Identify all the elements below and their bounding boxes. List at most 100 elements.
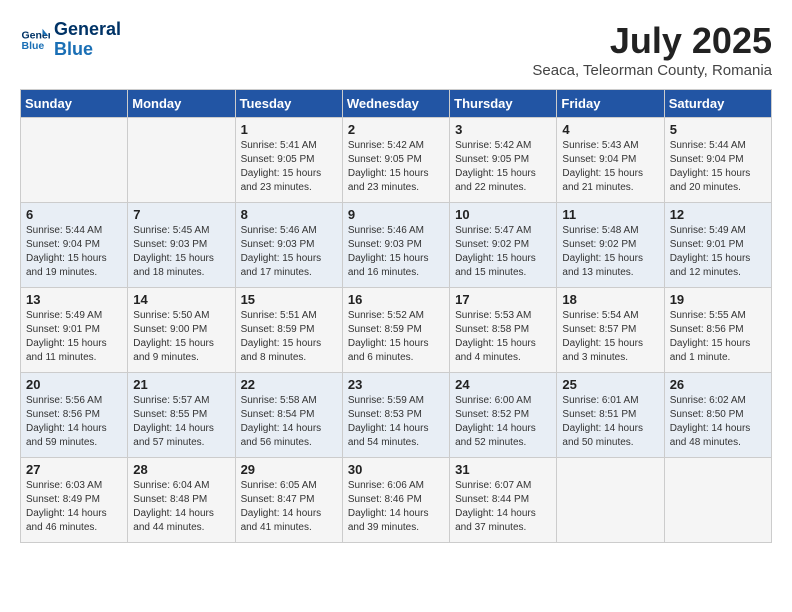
calendar-week-row: 27 Sunrise: 6:03 AM Sunset: 8:49 PM Dayli… [21,458,772,543]
day-info: Sunrise: 5:58 AM Sunset: 8:54 PM Dayligh… [241,394,337,450]
day-number: 10 [455,207,551,222]
day-info: Sunrise: 5:49 AM Sunset: 9:01 PM Dayligh… [26,309,122,365]
weekday-header-row: SundayMondayTuesdayWednesdayThursdayFrid… [21,90,772,118]
day-number: 6 [26,207,122,222]
title-block: July 2025 Seaca, Teleorman County, Roman… [532,20,772,79]
day-number: 21 [133,377,229,392]
calendar-week-row: 6 Sunrise: 5:44 AM Sunset: 9:04 PM Daylig… [21,203,772,288]
calendar-day-cell: 23 Sunrise: 5:59 AM Sunset: 8:53 PM Dayli… [342,373,449,458]
weekday-header: Friday [557,90,664,118]
day-info: Sunrise: 6:03 AM Sunset: 8:49 PM Dayligh… [26,479,122,535]
day-info: Sunrise: 5:47 AM Sunset: 9:02 PM Dayligh… [455,224,551,280]
day-number: 5 [670,122,766,137]
day-info: Sunrise: 5:59 AM Sunset: 8:53 PM Dayligh… [348,394,444,450]
day-info: Sunrise: 6:01 AM Sunset: 8:51 PM Dayligh… [562,394,658,450]
calendar-day-cell: 13 Sunrise: 5:49 AM Sunset: 9:01 PM Dayli… [21,288,128,373]
day-number: 13 [26,292,122,307]
day-info: Sunrise: 5:57 AM Sunset: 8:55 PM Dayligh… [133,394,229,450]
day-number: 20 [26,377,122,392]
day-info: Sunrise: 6:00 AM Sunset: 8:52 PM Dayligh… [455,394,551,450]
day-number: 14 [133,292,229,307]
day-number: 23 [348,377,444,392]
calendar-day-cell [557,458,664,543]
day-info: Sunrise: 6:04 AM Sunset: 8:48 PM Dayligh… [133,479,229,535]
weekday-header: Wednesday [342,90,449,118]
day-number: 24 [455,377,551,392]
day-number: 1 [241,122,337,137]
day-info: Sunrise: 5:50 AM Sunset: 9:00 PM Dayligh… [133,309,229,365]
logo-icon: General Blue [20,25,50,55]
calendar-week-row: 13 Sunrise: 5:49 AM Sunset: 9:01 PM Dayli… [21,288,772,373]
day-info: Sunrise: 5:46 AM Sunset: 9:03 PM Dayligh… [241,224,337,280]
day-info: Sunrise: 6:07 AM Sunset: 8:44 PM Dayligh… [455,479,551,535]
calendar-day-cell: 8 Sunrise: 5:46 AM Sunset: 9:03 PM Daylig… [235,203,342,288]
calendar-day-cell: 17Sunrise: 5:53 AM Sunset: 8:58 PM Dayli… [450,288,557,373]
weekday-header: Sunday [21,90,128,118]
day-info: Sunrise: 5:44 AM Sunset: 9:04 PM Dayligh… [26,224,122,280]
weekday-header: Monday [128,90,235,118]
calendar-day-cell: 26Sunrise: 6:02 AM Sunset: 8:50 PM Dayli… [664,373,771,458]
day-number: 4 [562,122,658,137]
day-info: Sunrise: 5:51 AM Sunset: 8:59 PM Dayligh… [241,309,337,365]
logo: General Blue General Blue [20,20,121,60]
month-title: July 2025 [532,20,772,62]
calendar-day-cell: 25 Sunrise: 6:01 AM Sunset: 8:51 PM Dayli… [557,373,664,458]
calendar-week-row: 20 Sunrise: 5:56 AM Sunset: 8:56 PM Dayli… [21,373,772,458]
day-number: 8 [241,207,337,222]
calendar-day-cell: 20 Sunrise: 5:56 AM Sunset: 8:56 PM Dayli… [21,373,128,458]
day-info: Sunrise: 5:41 AM Sunset: 9:05 PM Dayligh… [241,139,337,195]
calendar-day-cell: 28 Sunrise: 6:04 AM Sunset: 8:48 PM Dayli… [128,458,235,543]
day-number: 30 [348,462,444,477]
day-number: 28 [133,462,229,477]
calendar-week-row: 1 Sunrise: 5:41 AM Sunset: 9:05 PM Daylig… [21,118,772,203]
day-number: 25 [562,377,658,392]
calendar-day-cell: 5 Sunrise: 5:44 AM Sunset: 9:04 PM Daylig… [664,118,771,203]
calendar-day-cell: 9Sunrise: 5:46 AM Sunset: 9:03 PM Daylig… [342,203,449,288]
day-number: 17 [455,292,551,307]
calendar-day-cell [21,118,128,203]
calendar-day-cell: 22Sunrise: 5:58 AM Sunset: 8:54 PM Dayli… [235,373,342,458]
day-info: Sunrise: 6:06 AM Sunset: 8:46 PM Dayligh… [348,479,444,535]
calendar-day-cell: 1 Sunrise: 5:41 AM Sunset: 9:05 PM Daylig… [235,118,342,203]
day-info: Sunrise: 5:44 AM Sunset: 9:04 PM Dayligh… [670,139,766,195]
weekday-header: Saturday [664,90,771,118]
calendar-day-cell: 16 Sunrise: 5:52 AM Sunset: 8:59 PM Dayli… [342,288,449,373]
calendar-day-cell: 12 Sunrise: 5:49 AM Sunset: 9:01 PM Dayli… [664,203,771,288]
day-info: Sunrise: 6:05 AM Sunset: 8:47 PM Dayligh… [241,479,337,535]
day-number: 29 [241,462,337,477]
calendar-day-cell: 30 Sunrise: 6:06 AM Sunset: 8:46 PM Dayli… [342,458,449,543]
day-number: 18 [562,292,658,307]
day-info: Sunrise: 5:52 AM Sunset: 8:59 PM Dayligh… [348,309,444,365]
day-number: 15 [241,292,337,307]
calendar-day-cell: 24 Sunrise: 6:00 AM Sunset: 8:52 PM Dayli… [450,373,557,458]
day-number: 9 [348,207,444,222]
calendar-day-cell: 10 Sunrise: 5:47 AM Sunset: 9:02 PM Dayli… [450,203,557,288]
weekday-header: Thursday [450,90,557,118]
day-number: 16 [348,292,444,307]
day-number: 12 [670,207,766,222]
day-number: 31 [455,462,551,477]
calendar-day-cell: 21 Sunrise: 5:57 AM Sunset: 8:55 PM Dayli… [128,373,235,458]
calendar-day-cell: 2 Sunrise: 5:42 AM Sunset: 9:05 PM Daylig… [342,118,449,203]
day-info: Sunrise: 5:43 AM Sunset: 9:04 PM Dayligh… [562,139,658,195]
day-info: Sunrise: 6:02 AM Sunset: 8:50 PM Dayligh… [670,394,766,450]
day-number: 27 [26,462,122,477]
day-info: Sunrise: 5:42 AM Sunset: 9:05 PM Dayligh… [348,139,444,195]
weekday-header: Tuesday [235,90,342,118]
day-info: Sunrise: 5:49 AM Sunset: 9:01 PM Dayligh… [670,224,766,280]
svg-text:Blue: Blue [22,40,45,52]
calendar-day-cell [128,118,235,203]
calendar-day-cell: 3Sunrise: 5:42 AM Sunset: 9:05 PM Daylig… [450,118,557,203]
day-info: Sunrise: 5:54 AM Sunset: 8:57 PM Dayligh… [562,309,658,365]
calendar-day-cell: 27 Sunrise: 6:03 AM Sunset: 8:49 PM Dayli… [21,458,128,543]
day-info: Sunrise: 5:55 AM Sunset: 8:56 PM Dayligh… [670,309,766,365]
calendar-day-cell: 6 Sunrise: 5:44 AM Sunset: 9:04 PM Daylig… [21,203,128,288]
day-number: 19 [670,292,766,307]
calendar-day-cell: 18 Sunrise: 5:54 AM Sunset: 8:57 PM Dayli… [557,288,664,373]
location-subtitle: Seaca, Teleorman County, Romania [532,62,772,79]
calendar-day-cell: 31 Sunrise: 6:07 AM Sunset: 8:44 PM Dayli… [450,458,557,543]
day-number: 2 [348,122,444,137]
calendar-day-cell: 11Sunrise: 5:48 AM Sunset: 9:02 PM Dayli… [557,203,664,288]
calendar-day-cell: 29 Sunrise: 6:05 AM Sunset: 8:47 PM Dayli… [235,458,342,543]
day-info: Sunrise: 5:56 AM Sunset: 8:56 PM Dayligh… [26,394,122,450]
